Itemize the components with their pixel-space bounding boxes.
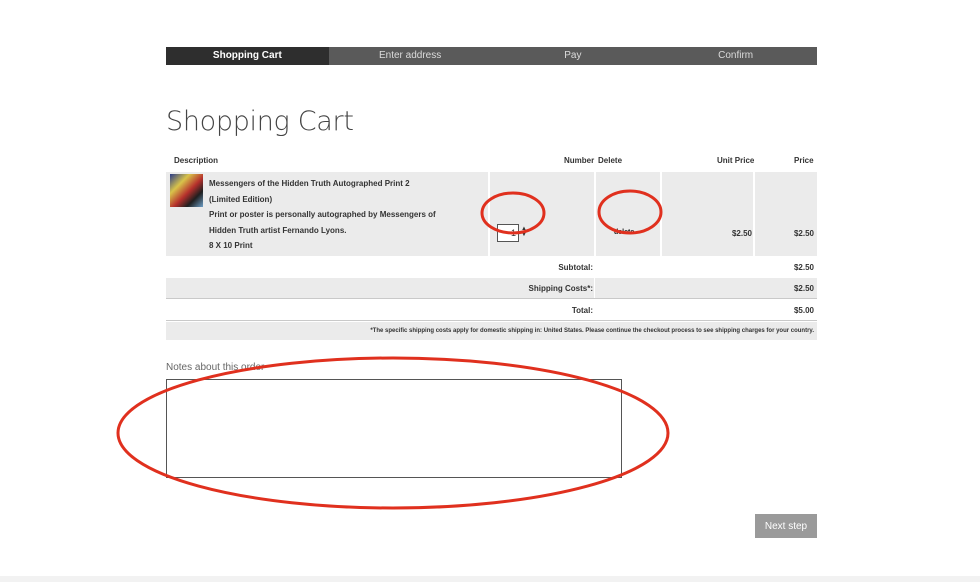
description-cell: Messengers of the Hidden Truth Autograph… xyxy=(166,172,488,256)
footer-band xyxy=(0,576,980,582)
header-price: Price xyxy=(794,156,814,165)
step-shopping-cart[interactable]: Shopping Cart xyxy=(166,47,329,65)
unit-price-cell xyxy=(662,172,753,256)
product-title[interactable]: Messengers of the Hidden Truth Autograph… xyxy=(209,176,439,207)
shipping-label: Shipping Costs*: xyxy=(528,284,593,293)
product-description: Messengers of the Hidden Truth Autograph… xyxy=(209,176,439,254)
divider xyxy=(166,298,817,299)
price-value: $2.50 xyxy=(793,229,814,238)
next-step-button[interactable]: Next step xyxy=(755,514,817,538)
shipping-row: Shipping Costs*: $2.50 xyxy=(166,278,817,298)
header-description: Description xyxy=(174,156,219,165)
table-header: Description Number Delete Unit Price Pri… xyxy=(166,152,817,170)
subtotal-value: $2.50 xyxy=(793,263,814,272)
divider xyxy=(166,320,817,321)
header-number: Number xyxy=(564,156,595,165)
delete-cell xyxy=(596,172,660,256)
column-divider xyxy=(594,278,595,298)
quantity-stepper[interactable]: ▲ ▼ xyxy=(521,226,527,238)
product-thumbnail[interactable] xyxy=(170,174,203,207)
step-enter-address[interactable]: Enter address xyxy=(329,47,492,65)
quantity-input[interactable] xyxy=(497,224,519,242)
notes-textarea[interactable] xyxy=(166,379,622,478)
price-cell xyxy=(755,172,817,256)
unit-price-value: $2.50 xyxy=(731,229,752,238)
step-confirm[interactable]: Confirm xyxy=(654,47,817,65)
product-size: 8 X 10 Print xyxy=(209,241,253,250)
checkout-steps: Shopping Cart Enter address Pay Confirm xyxy=(166,47,817,65)
table-row: Messengers of the Hidden Truth Autograph… xyxy=(166,172,817,256)
subtotal-row: Subtotal: $2.50 xyxy=(166,257,817,277)
total-row: Total: $5.00 xyxy=(166,300,817,320)
subtotal-label: Subtotal: xyxy=(558,263,593,272)
header-unit-price: Unit Price xyxy=(717,156,755,165)
delete-button[interactable]: delete xyxy=(614,229,634,236)
step-pay[interactable]: Pay xyxy=(492,47,655,65)
header-delete: Delete xyxy=(598,156,623,165)
total-value: $5.00 xyxy=(793,306,814,315)
cart-table: Description Number Delete Unit Price Pri… xyxy=(166,152,817,340)
product-detail: Print or poster is personally autographe… xyxy=(209,210,436,235)
notes-label: Notes about this order xyxy=(166,362,265,373)
total-label: Total: xyxy=(571,306,593,315)
page-title: Shopping Cart xyxy=(166,106,354,137)
number-cell xyxy=(490,172,594,256)
shipping-note: *The specific shipping costs apply for d… xyxy=(166,322,817,340)
shipping-value: $2.50 xyxy=(793,284,814,293)
chevron-down-icon[interactable]: ▼ xyxy=(521,232,527,238)
